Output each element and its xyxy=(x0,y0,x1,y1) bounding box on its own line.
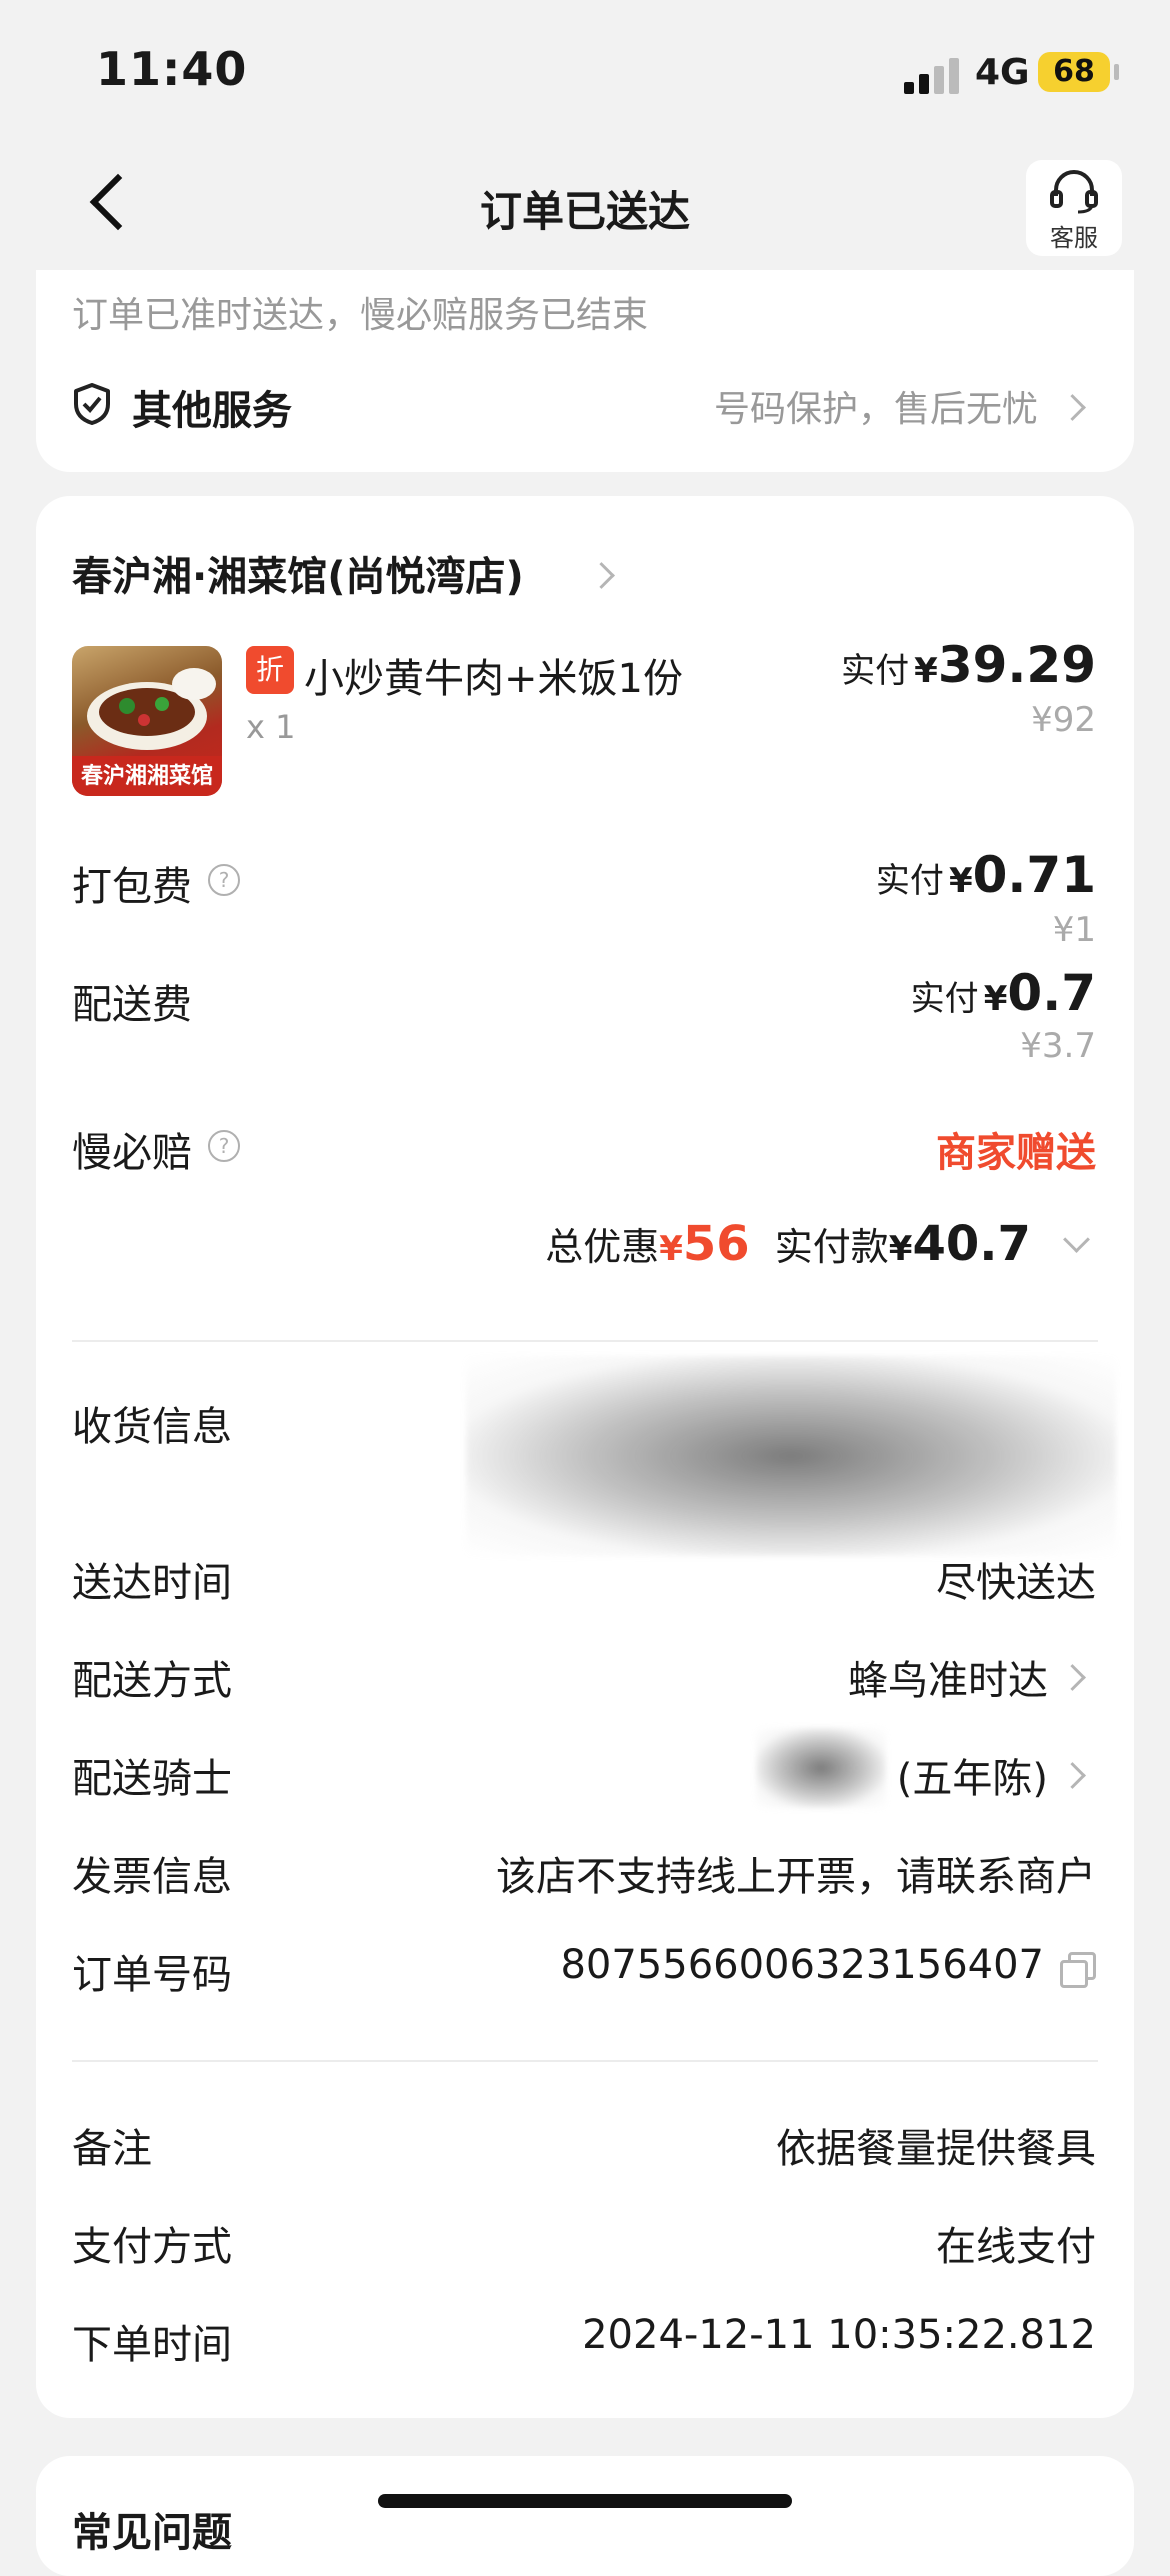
other-services-label: 其他服务 xyxy=(132,388,292,434)
currency-symbol: ¥ xyxy=(948,861,973,901)
total-paid-label: 实付款 xyxy=(774,1225,889,1269)
item-original-price: ¥92 xyxy=(1031,700,1096,740)
payment-method-label: 支付方式 xyxy=(72,2224,232,2270)
packing-fee-label: 打包费 xyxy=(72,864,192,910)
redacted-address xyxy=(466,1356,1116,1556)
delivery-method-value: 蜂鸟准时达 xyxy=(848,1658,1048,1704)
currency-symbol: ¥ xyxy=(888,1229,913,1269)
invoice-value: 该店不支持线上开票，请联系商户 xyxy=(496,1854,1096,1900)
delivery-time-label: 送达时间 xyxy=(72,1560,232,1606)
status-time: 11:40 xyxy=(96,42,248,96)
invoice-label: 发票信息 xyxy=(72,1854,232,1900)
total-discount: 56 xyxy=(682,1216,750,1272)
store-name: 春沪湘·湘菜馆(尚悦湾店) xyxy=(72,554,524,600)
item-name[interactable]: 小炒黄牛肉+米饭1份 xyxy=(304,646,683,704)
network-type: 4G xyxy=(975,52,1030,93)
item-price: 实付 ¥39.29 xyxy=(841,636,1096,694)
rider-label: 配送骑士 xyxy=(72,1756,232,1802)
total-discount-label: 总优惠 xyxy=(545,1225,660,1269)
item-qty: x 1 xyxy=(246,708,296,746)
remark-value: 依据餐量提供餐具 xyxy=(776,2126,1096,2172)
order-time-value: 2024-12-11 10:35:22.812 xyxy=(582,2312,1096,2358)
copy-icon[interactable] xyxy=(1060,1952,1096,1988)
payment-method-value: 在线支付 xyxy=(936,2224,1096,2270)
delivery-method-link[interactable]: 蜂鸟准时达 xyxy=(696,1642,1096,1704)
delivery-notice: 订单已准时送达，慢必赔服务已结束 xyxy=(72,295,649,336)
shield-check-icon xyxy=(74,383,110,425)
other-services-value: 号码保护，售后无忧 xyxy=(713,389,1038,430)
order-time-label: 下单时间 xyxy=(72,2322,232,2368)
faq-card: 常见问题 xyxy=(36,2456,1134,2576)
help-icon[interactable]: ? xyxy=(208,1130,240,1162)
redacted-rider-name xyxy=(756,1728,886,1808)
rider-value: (五年陈) xyxy=(896,1756,1048,1802)
delivery-fee-original: ¥3.7 xyxy=(1020,1026,1096,1066)
slow-guarantee-label: 慢必赔 xyxy=(72,1130,192,1176)
battery-icon: 68 xyxy=(1038,52,1110,92)
currency-symbol: ¥ xyxy=(659,1229,683,1269)
paid-label: 实付 xyxy=(875,861,944,901)
rider-link[interactable]: (五年陈) xyxy=(676,1728,1096,1808)
packing-fee-price: 实付 ¥0.71 xyxy=(876,846,1096,904)
thumbnail-caption: 春沪湘湘菜馆 xyxy=(80,764,213,789)
divider xyxy=(72,2060,1098,2062)
delivery-time-value: 尽快送达 xyxy=(936,1560,1096,1606)
customer-service-button[interactable]: 客服 xyxy=(1026,160,1122,256)
other-services-row[interactable]: 其他服务 号码保护，售后无忧 xyxy=(72,370,1098,440)
headset-icon xyxy=(1050,170,1098,214)
remark-label: 备注 xyxy=(72,2126,152,2172)
customer-service-label: 客服 xyxy=(1050,224,1098,252)
page-title: 订单已送达 xyxy=(479,187,690,236)
home-indicator xyxy=(378,2494,792,2508)
chevron-down-icon xyxy=(1063,1226,1090,1253)
item-thumbnail[interactable]: 春沪湘湘菜馆 xyxy=(72,646,222,796)
totals-row[interactable]: 总优惠¥56 实付款¥40.7 xyxy=(545,1216,1096,1286)
battery-tip xyxy=(1114,64,1119,80)
order-number-label: 订单号码 xyxy=(72,1952,232,1998)
faq-title: 常见问题 xyxy=(72,2510,232,2556)
delivery-fee-paid: 0.7 xyxy=(1007,964,1096,1022)
service-card: 订单已准时送达，慢必赔服务已结束 其他服务 号码保护，售后无忧 xyxy=(36,270,1134,472)
help-icon[interactable]: ? xyxy=(208,864,240,896)
currency-symbol: ¥ xyxy=(914,651,938,691)
currency-symbol: ¥ xyxy=(983,979,1008,1019)
chevron-right-icon xyxy=(1059,1664,1086,1691)
signal-icon xyxy=(904,58,960,94)
receiver-info-label: 收货信息 xyxy=(72,1404,232,1450)
store-link[interactable]: 春沪湘·湘菜馆(尚悦湾店) xyxy=(72,544,632,604)
discount-tag: 折 xyxy=(246,646,294,694)
delivery-method-label: 配送方式 xyxy=(72,1658,232,1704)
delivery-fee-price: 实付 ¥0.7 xyxy=(911,964,1096,1022)
divider xyxy=(72,1340,1098,1342)
packing-fee-paid: 0.71 xyxy=(972,846,1096,904)
paid-label: 实付 xyxy=(910,979,979,1019)
paid-label: 实付 xyxy=(841,651,910,691)
order-number-row[interactable]: 8075566006323156407 xyxy=(536,1936,1096,1996)
order-card: 春沪湘·湘菜馆(尚悦湾店) 春沪湘湘菜馆 折 小炒黄牛肉+米饭1份 x 1 实付… xyxy=(36,496,1134,2418)
order-number-value: 8075566006323156407 xyxy=(560,1942,1044,1988)
slow-guarantee-value: 商家赠送 xyxy=(936,1130,1096,1176)
delivery-fee-label: 配送费 xyxy=(72,982,192,1028)
total-paid: 40.7 xyxy=(912,1216,1031,1272)
chevron-right-icon xyxy=(1059,394,1086,421)
chevron-right-icon xyxy=(588,562,615,589)
item-paid: 39.29 xyxy=(937,636,1096,694)
packing-fee-original: ¥1 xyxy=(1052,910,1096,950)
chevron-right-icon xyxy=(1059,1762,1086,1789)
